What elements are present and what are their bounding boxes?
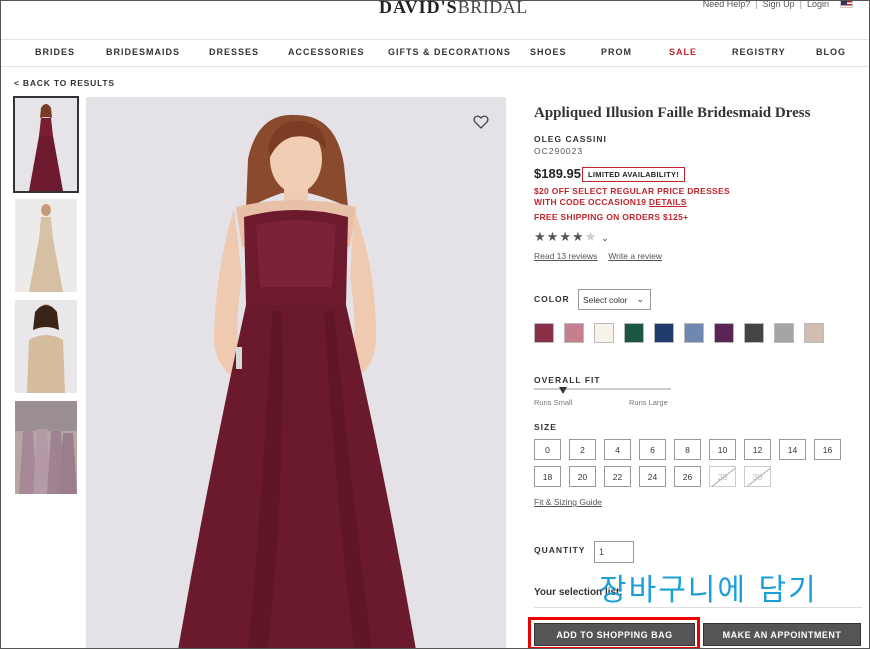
nav-bridesmaids[interactable]: BRIDESMAIDS: [106, 47, 180, 57]
size-option[interactable]: 10: [709, 439, 736, 460]
free-shipping-text: FREE SHIPPING ON ORDERS $125+: [534, 212, 689, 222]
color-swatch[interactable]: [744, 323, 764, 343]
quantity-label: QUANTITY: [534, 545, 586, 555]
nav-accessories[interactable]: ACCESSORIES: [288, 47, 365, 57]
rating-stars[interactable]: ★★★★★ ⌄: [534, 229, 610, 245]
fit-scale-track: [534, 388, 671, 390]
highlight-box: [528, 617, 700, 648]
promo-line-2: WITH CODE OCCASION19 DETAILS: [534, 197, 687, 207]
fit-pointer-icon: [559, 387, 567, 394]
logo-light-text: BRIDAL: [457, 0, 528, 17]
dress-back-thumbnail-image: [15, 199, 77, 292]
color-swatch[interactable]: [654, 323, 674, 343]
star-icon: ★: [559, 229, 572, 244]
read-reviews-link[interactable]: Read 13 reviews: [534, 251, 597, 261]
size-option[interactable]: 6: [639, 439, 666, 460]
divider: |: [799, 0, 802, 9]
thumbnail-group[interactable]: [15, 401, 77, 494]
size-option[interactable]: 24: [639, 466, 666, 487]
nav-brides[interactable]: BRIDES: [35, 47, 75, 57]
limited-availability-badge: LIMITED AVAILABILITY!: [582, 167, 686, 182]
thumbnail-back[interactable]: [15, 199, 77, 292]
size-option[interactable]: 16: [814, 439, 841, 460]
thumbnail-front[interactable]: [13, 96, 79, 193]
back-to-results-link[interactable]: < BACK TO RESULTS: [14, 78, 115, 88]
sign-up-link[interactable]: Sign Up: [763, 1, 795, 9]
size-option-unavailable: 28: [709, 466, 736, 487]
size-option[interactable]: 18: [534, 466, 561, 487]
size-option[interactable]: 8: [674, 439, 701, 460]
chevron-down-icon: ⌄: [636, 294, 644, 304]
product-sku: OC290023: [534, 146, 584, 156]
star-icon: ★: [571, 229, 585, 244]
product-title: Appliqued Illusion Faille Bridesmaid Dre…: [534, 105, 811, 121]
size-label: SIZE: [534, 422, 557, 432]
star-empty-icon: ★: [584, 229, 598, 244]
color-select-value: Select color: [583, 295, 628, 305]
promo-details-link[interactable]: DETAILS: [649, 197, 687, 207]
bridesmaids-group-thumbnail-image: [15, 401, 77, 494]
nav-shoes[interactable]: SHOES: [530, 47, 567, 57]
utility-links: Need Help? | Sign Up | Login: [703, 0, 853, 9]
color-swatch[interactable]: [804, 323, 824, 343]
site-logo[interactable]: DAVID'SBRIDAL: [379, 0, 528, 18]
make-appointment-button[interactable]: MAKE AN APPOINTMENT: [703, 623, 861, 646]
heart-icon[interactable]: [473, 114, 489, 130]
size-option[interactable]: 0: [534, 439, 561, 460]
color-swatch[interactable]: [594, 323, 614, 343]
fit-sizing-guide-link[interactable]: Fit & Sizing Guide: [534, 497, 602, 507]
nav-sale[interactable]: SALE: [669, 47, 697, 57]
color-swatch[interactable]: [624, 323, 644, 343]
chevron-down-icon[interactable]: ⌄: [601, 233, 610, 243]
color-swatch[interactable]: [714, 323, 734, 343]
quantity-input[interactable]: [594, 541, 634, 563]
nav-gifts-decorations[interactable]: GIFTS & DECORATIONS: [388, 47, 511, 57]
size-option[interactable]: 20: [569, 466, 596, 487]
dress-main-image: [86, 97, 506, 648]
nav-blog[interactable]: BLOG: [816, 47, 846, 57]
size-option-unavailable: 30: [744, 466, 771, 487]
size-option[interactable]: 4: [604, 439, 631, 460]
nav-dresses[interactable]: DRESSES: [209, 47, 259, 57]
nav-registry[interactable]: REGISTRY: [732, 47, 786, 57]
overall-fit-label: OVERALL FIT: [534, 375, 601, 385]
main-product-image[interactable]: [86, 97, 506, 648]
size-option[interactable]: 14: [779, 439, 806, 460]
dress-detail-thumbnail-image: [15, 300, 77, 393]
login-link[interactable]: Login: [807, 1, 829, 9]
size-option[interactable]: 26: [674, 466, 701, 487]
color-swatch[interactable]: [774, 323, 794, 343]
product-price: $189.95: [534, 166, 581, 181]
divider: |: [755, 0, 758, 9]
size-option[interactable]: 12: [744, 439, 771, 460]
review-links: Read 13 reviews Write a review: [534, 251, 662, 261]
page-frame: DAVID'SBRIDAL Need Help? | Sign Up | Log…: [0, 0, 870, 649]
dress-front-thumbnail-image: [15, 98, 77, 191]
us-flag-icon[interactable]: [840, 1, 853, 8]
need-help-link[interactable]: Need Help?: [703, 1, 751, 9]
size-option[interactable]: 2: [569, 439, 596, 460]
star-icon: ★: [546, 229, 560, 244]
top-bar: DAVID'SBRIDAL Need Help? | Sign Up | Log…: [1, 0, 869, 21]
color-swatch[interactable]: [684, 323, 704, 343]
star-icon: ★: [534, 229, 547, 244]
nav-prom[interactable]: PROM: [601, 47, 632, 57]
color-swatch[interactable]: [564, 323, 584, 343]
thumbnail-detail[interactable]: [15, 300, 77, 393]
promo-code-text: WITH CODE OCCASION19: [534, 197, 649, 207]
product-brand[interactable]: OLEG CASSINI: [534, 134, 607, 144]
main-nav: BRIDES BRIDESMAIDS DRESSES ACCESSORIES G…: [1, 39, 869, 67]
size-option[interactable]: 22: [604, 466, 631, 487]
annotation-overlay-text: 장바구니에 담기: [599, 573, 818, 608]
logo-bold-text: DAVID'S: [379, 0, 458, 17]
promo-line-1: $20 OFF SELECT REGULAR PRICE DRESSES: [534, 186, 730, 196]
fit-runs-large: Runs Large: [629, 398, 668, 407]
color-label: COLOR: [534, 294, 570, 304]
write-review-link[interactable]: Write a review: [608, 251, 662, 261]
color-swatch[interactable]: [534, 323, 554, 343]
fit-runs-small: Runs Small: [534, 398, 573, 407]
divider: [534, 607, 862, 608]
color-select[interactable]: Select color ⌄: [578, 289, 651, 310]
